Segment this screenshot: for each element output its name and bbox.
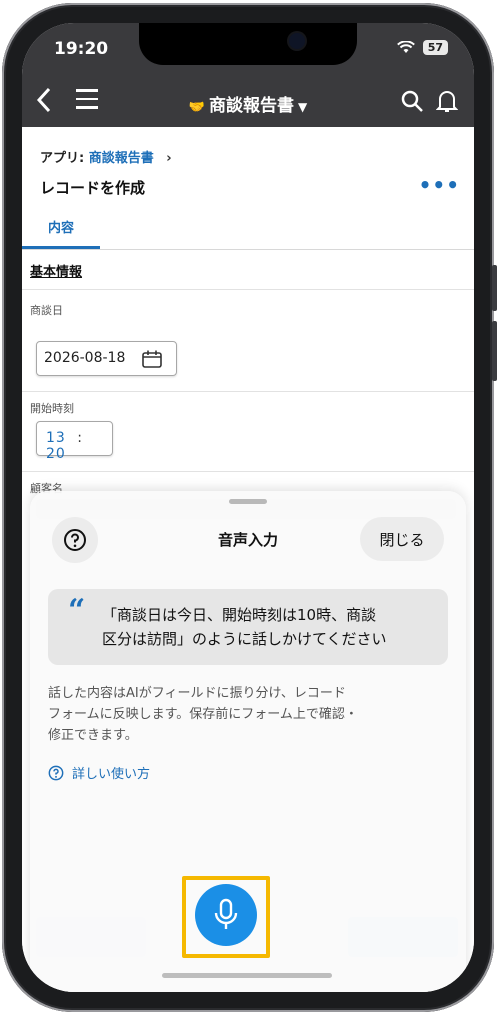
- time-minute: 20: [46, 446, 66, 462]
- description-line: 修正できます。: [48, 728, 138, 743]
- chevron-right-icon: ›: [166, 151, 172, 166]
- breadcrumb-app-link[interactable]: 商談報告書: [89, 151, 154, 166]
- how-to-label: 詳しい使い方: [72, 767, 151, 782]
- app-title: 商談報告書: [208, 96, 294, 116]
- microphone-icon: [214, 898, 238, 929]
- sheet-handle[interactable]: [229, 499, 267, 504]
- close-button[interactable]: 閉じる: [360, 517, 444, 561]
- microphone-button[interactable]: [195, 884, 257, 946]
- battery-indicator: 57: [422, 40, 448, 55]
- breadcrumb: アプリ: 商談報告書 ›: [40, 147, 172, 166]
- time-separator: :: [77, 430, 83, 446]
- screen: 19:20 57 🤝 商談報告書 ▼ アプリ: 商談報告書 › レコードを作成 …: [22, 23, 474, 992]
- description: 話した内容はAIがフィールドに振り分け、レコード フォームに反映します。保存前に…: [48, 683, 448, 746]
- side-button: [492, 265, 497, 311]
- mic-highlight: [182, 876, 270, 958]
- bell-icon[interactable]: [435, 89, 459, 117]
- time-hour: 13: [46, 430, 66, 446]
- home-indicator: [162, 973, 332, 978]
- date-field[interactable]: 2026-08-18: [36, 341, 177, 376]
- app-emoji-icon: 🤝: [188, 100, 205, 115]
- hint-line: 「商談日は今日、開始時刻は10時、商談: [102, 606, 377, 624]
- more-options-icon[interactable]: •••: [419, 173, 460, 197]
- caret-down-icon: ▼: [297, 100, 308, 114]
- breadcrumb-prefix: アプリ:: [40, 151, 85, 166]
- hint-line: 区分は訪問」のように話しかけてください: [102, 630, 387, 648]
- description-line: 話した内容はAIがフィールドに振り分け、レコード: [48, 686, 346, 701]
- tab-content[interactable]: 内容: [22, 211, 100, 249]
- section-heading: 基本情報: [30, 265, 83, 280]
- date-value: 2026-08-18: [44, 350, 126, 366]
- start-time-label: 開始時刻: [30, 402, 74, 415]
- divider: [22, 289, 474, 290]
- page-title: レコードを作成: [40, 179, 146, 197]
- divider: [22, 471, 474, 472]
- status-bar: 19:20 57: [22, 23, 474, 77]
- help-circle-icon: [48, 765, 64, 780]
- divider: [22, 391, 474, 392]
- date-field-label: 商談日: [30, 304, 63, 317]
- search-icon[interactable]: [400, 89, 424, 117]
- camera-icon: [289, 33, 305, 49]
- how-to-link[interactable]: 詳しい使い方: [48, 763, 150, 782]
- quote-icon: “: [68, 593, 86, 628]
- example-hint: “ 「商談日は今日、開始時刻は10時、商談 区分は訪問」のように話しかけてくださ…: [48, 589, 448, 665]
- status-icons: 57: [396, 40, 448, 55]
- app-bar: 🤝 商談報告書 ▼: [22, 77, 474, 127]
- side-button: [492, 321, 497, 381]
- phone-frame: 19:20 57 🤝 商談報告書 ▼ アプリ: 商談報告書 › レコードを作成 …: [2, 3, 497, 1012]
- record-form: アプリ: 商談報告書 › レコードを作成 ••• 内容 基本情報 商談日 202…: [22, 127, 474, 992]
- calendar-icon[interactable]: [142, 350, 162, 372]
- wifi-icon: [396, 41, 415, 53]
- tab-divider: [22, 249, 474, 250]
- description-line: フォームに反映します。保存前にフォーム上で確認・: [48, 707, 358, 722]
- start-time-field[interactable]: 13 : 20: [36, 421, 113, 462]
- status-time: 19:20: [54, 39, 109, 59]
- notch: [139, 23, 357, 65]
